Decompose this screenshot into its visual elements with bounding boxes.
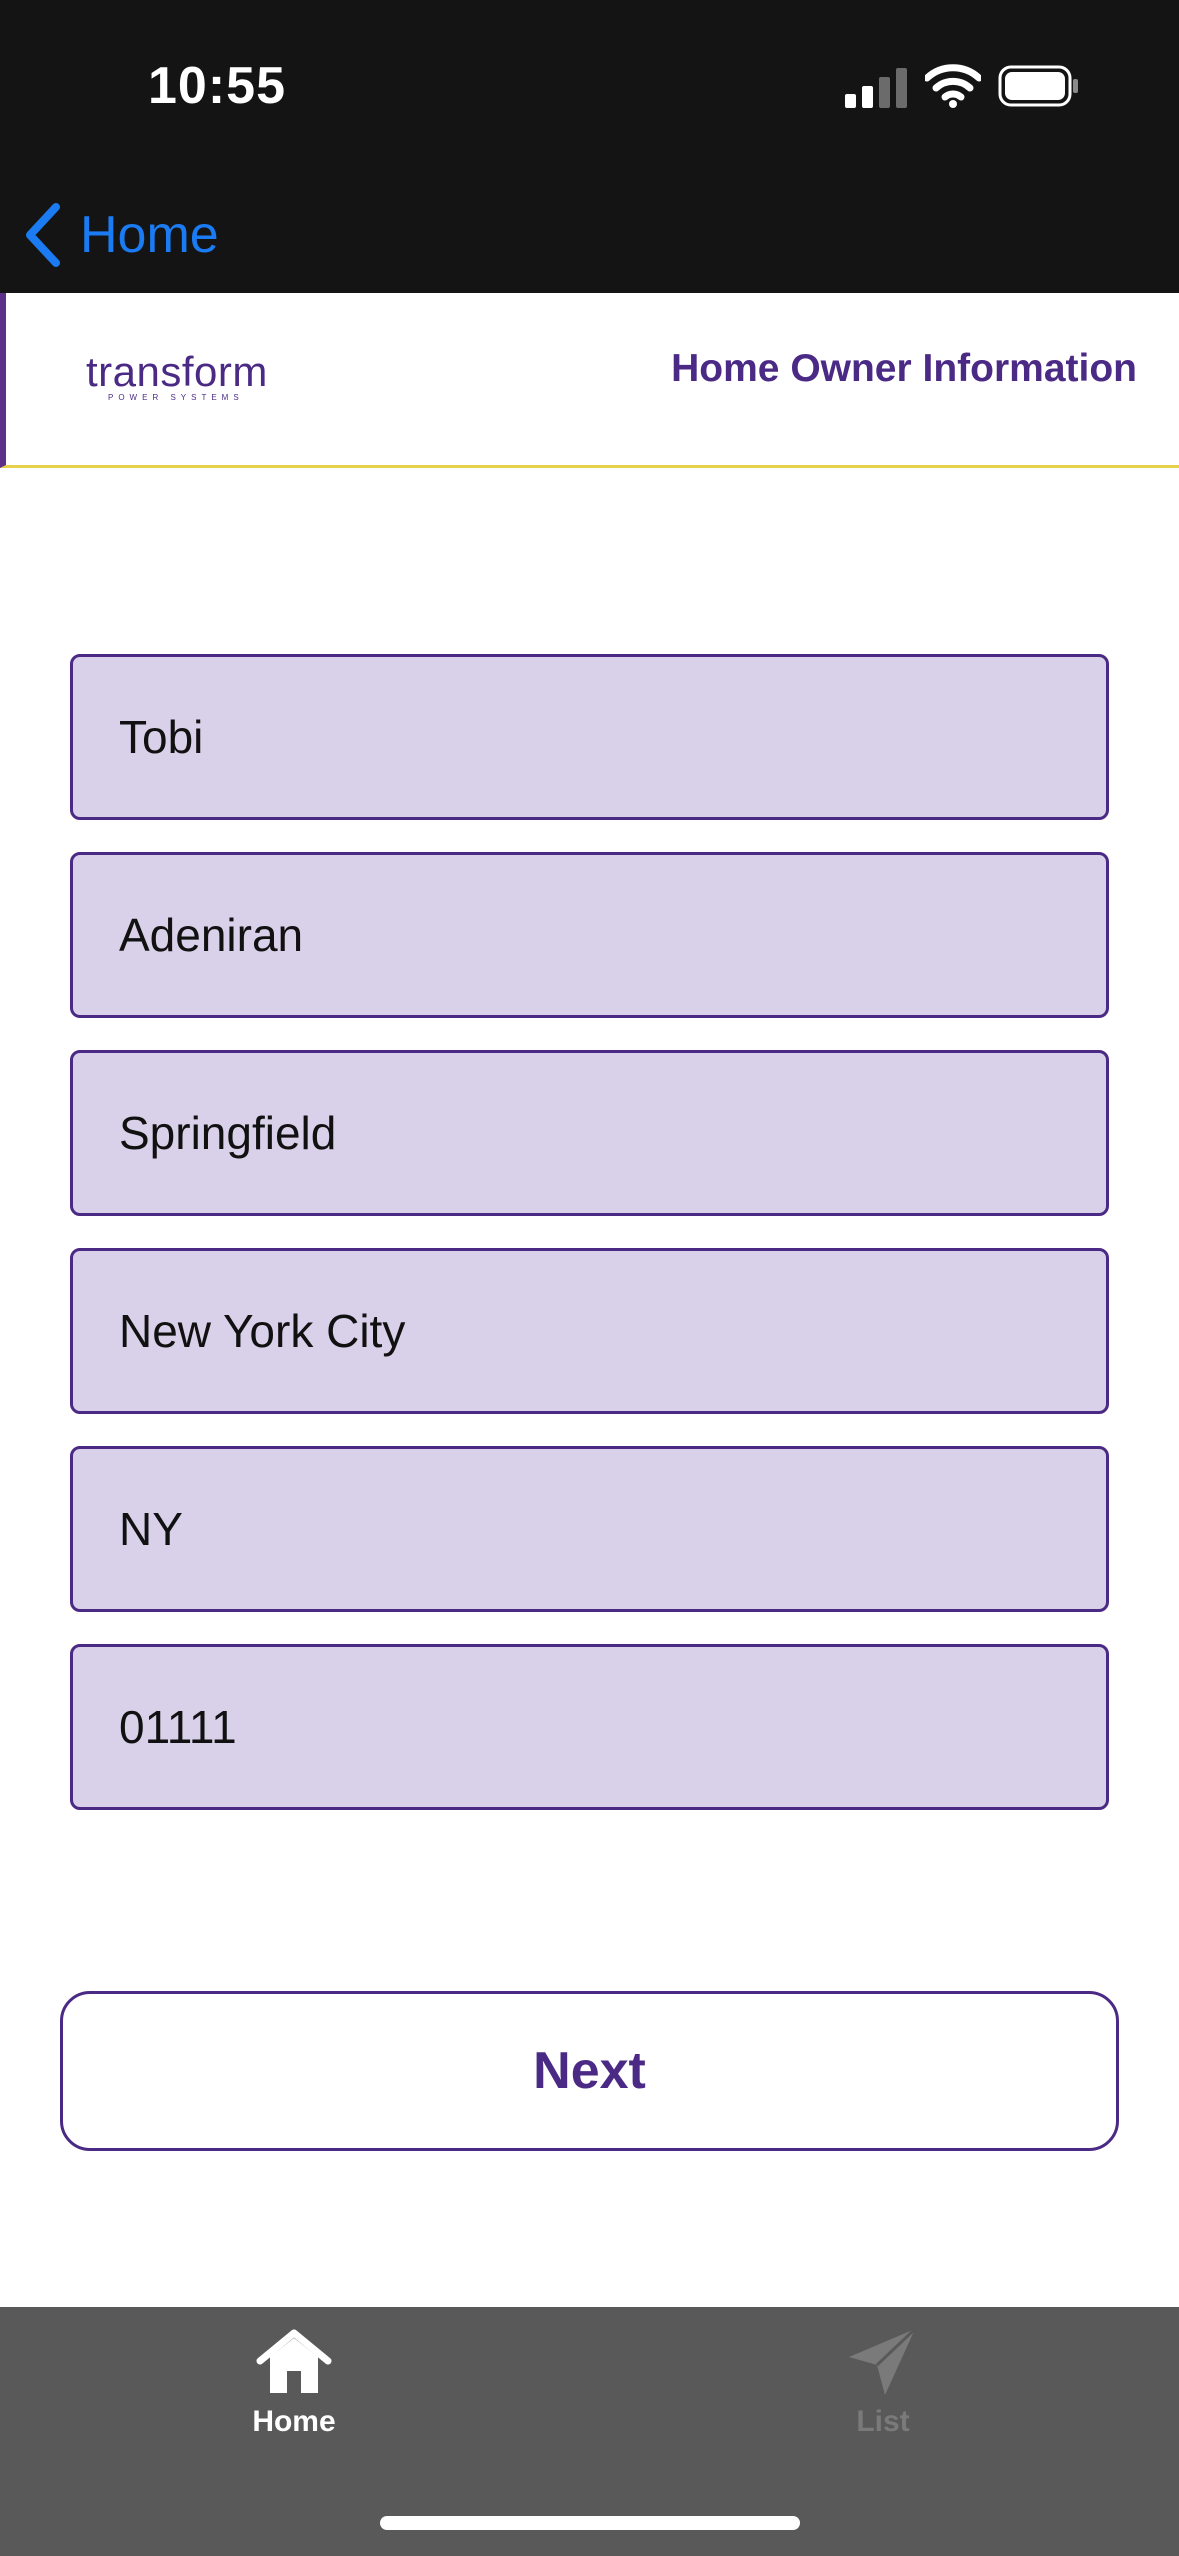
state-field[interactable]: [70, 1446, 1109, 1612]
home-icon: [256, 2329, 332, 2393]
chevron-left-icon: [26, 203, 60, 267]
last-name-field[interactable]: [70, 852, 1109, 1018]
zip-code-input[interactable]: [119, 1700, 1106, 1754]
home-indicator[interactable]: [380, 2516, 800, 2530]
first-name-input[interactable]: [119, 710, 1106, 764]
status-time: 10:55: [148, 57, 286, 115]
screen: 10:55 Home transform POWER SYSTEMS Home …: [0, 0, 1179, 2556]
first-name-field[interactable]: [70, 654, 1109, 820]
tab-list[interactable]: List: [783, 2327, 983, 2467]
street-input[interactable]: [119, 1106, 1106, 1160]
logo-text: transform: [86, 348, 268, 395]
next-button[interactable]: Next: [60, 1991, 1119, 2151]
page-header: transform POWER SYSTEMS Home Owner Infor…: [0, 293, 1179, 468]
street-field[interactable]: [70, 1050, 1109, 1216]
state-input[interactable]: [119, 1502, 1106, 1556]
city-field[interactable]: [70, 1248, 1109, 1414]
zip-code-field[interactable]: [70, 1644, 1109, 1810]
tab-home-label: Home: [252, 2405, 336, 2438]
cellular-signal-icon: [845, 68, 907, 108]
battery-icon: [998, 65, 1078, 107]
tab-home[interactable]: Home: [194, 2327, 394, 2467]
status-bar: 10:55: [0, 0, 1179, 180]
city-input[interactable]: [119, 1304, 1106, 1358]
paper-plane-icon: [849, 2327, 917, 2395]
brand-logo: transform POWER SYSTEMS: [86, 351, 276, 411]
tab-list-label: List: [856, 2405, 910, 2438]
last-name-input[interactable]: [119, 908, 1106, 962]
page-title: Home Owner Information: [671, 347, 1137, 390]
back-button-label: Home: [80, 206, 219, 264]
next-button-label: Next: [533, 2042, 646, 2100]
back-button[interactable]: Home: [22, 200, 219, 270]
wifi-icon: [925, 64, 981, 108]
